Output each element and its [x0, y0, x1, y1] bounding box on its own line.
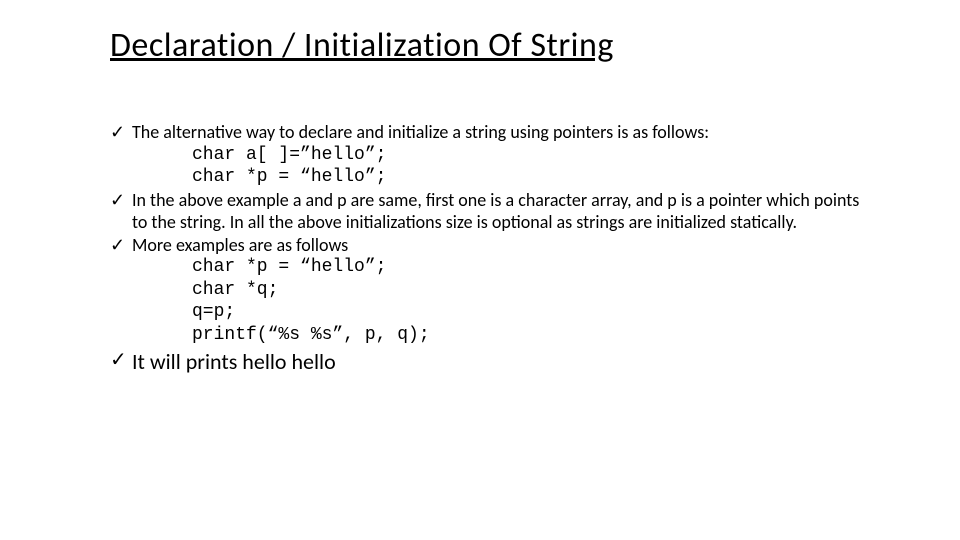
check-icon: ✓	[110, 234, 132, 257]
check-icon: ✓	[110, 189, 132, 212]
code-line: printf(“%s %s”, p, q);	[192, 324, 870, 347]
bullet-text: More examples are as follows	[132, 234, 348, 257]
bullet-text: The alternative way to declare and initi…	[132, 121, 709, 144]
check-icon: ✓	[110, 348, 132, 373]
slide-title: Declaration / Initialization Of String	[110, 25, 870, 66]
bullet-text: In the above example a and p are same, f…	[132, 189, 870, 234]
bullet-item: ✓ The alternative way to declare and ini…	[110, 121, 870, 144]
code-line: char *p = “hello”;	[192, 256, 870, 279]
bullet-item: ✓ More examples are as follows	[110, 234, 870, 257]
bullet-item: ✓ In the above example a and p are same,…	[110, 189, 870, 234]
code-line: char a[ ]=”hello”;	[192, 144, 870, 167]
code-line: char *q;	[192, 279, 870, 302]
slide: Declaration / Initialization Of String ✓…	[0, 0, 960, 396]
code-line: q=p;	[192, 301, 870, 324]
check-icon: ✓	[110, 121, 132, 144]
code-line: char *p = “hello”;	[192, 166, 870, 189]
bullet-text: It will prints hello hello	[132, 348, 336, 376]
bullet-item: ✓ It will prints hello hello	[110, 348, 870, 376]
